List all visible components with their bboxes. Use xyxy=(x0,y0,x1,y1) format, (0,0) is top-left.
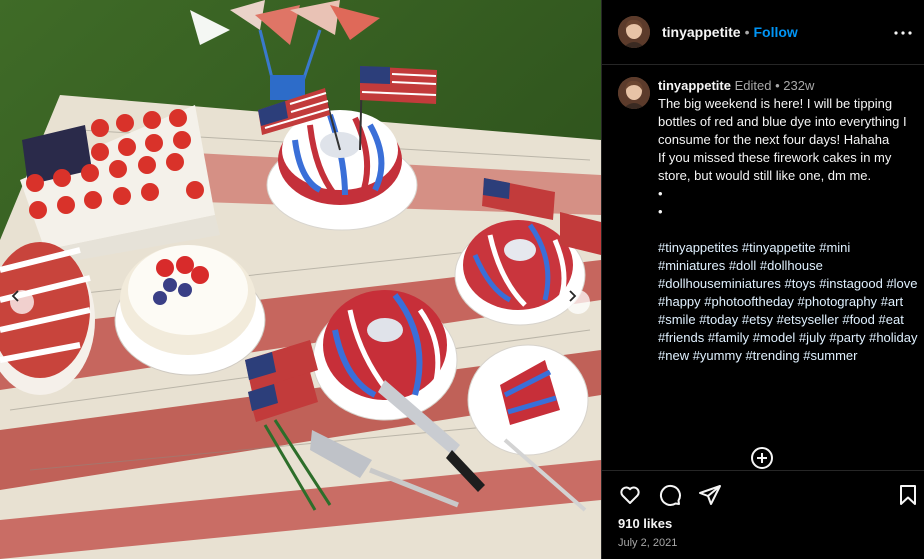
hashtag-link[interactable]: #art xyxy=(881,294,903,309)
likes-count[interactable]: 910 likes xyxy=(618,516,672,531)
caption-separator: • xyxy=(775,78,780,93)
hashtag-link[interactable]: #miniatures xyxy=(658,258,725,273)
plus-circle-icon[interactable] xyxy=(750,446,774,470)
hashtag-link[interactable]: #party xyxy=(829,330,865,345)
caption-line: If you missed these firework cakes in my… xyxy=(658,150,892,183)
hashtag-link[interactable]: #love xyxy=(886,276,917,291)
caption-bullet: • xyxy=(658,204,663,219)
hashtag-link[interactable]: #family xyxy=(708,330,749,345)
hashtag-link[interactable]: #model xyxy=(753,330,796,345)
paper-plane-icon[interactable] xyxy=(698,483,722,507)
bookmark-icon[interactable] xyxy=(896,483,920,507)
follow-button[interactable]: Follow xyxy=(753,24,797,40)
hashtag-link[interactable]: #mini xyxy=(819,240,850,255)
hashtag-link[interactable]: #yummy xyxy=(693,348,742,363)
hashtag-link[interactable]: #photooftheday xyxy=(704,294,794,309)
hashtag-link[interactable]: #tinyappetites xyxy=(658,240,738,255)
miniature-cakes-image xyxy=(0,0,601,559)
hashtag-link[interactable]: #toys xyxy=(784,276,815,291)
heart-icon[interactable] xyxy=(618,483,642,507)
hashtag-link[interactable]: #photography xyxy=(798,294,878,309)
caption-line: The big weekend is here! I will be tippi… xyxy=(658,96,907,147)
hashtag-link[interactable]: #trending xyxy=(745,348,799,363)
hashtag-link[interactable]: #etsyseller xyxy=(777,312,839,327)
action-bar: 910 likes July 2, 2021 xyxy=(602,470,924,559)
hashtag-link[interactable]: #happy xyxy=(658,294,701,309)
hashtag-link[interactable]: #food xyxy=(842,312,875,327)
post-age[interactable]: 232w xyxy=(783,78,814,93)
avatar[interactable] xyxy=(618,16,650,48)
hashtag-link[interactable]: #holiday xyxy=(869,330,917,345)
hashtag-link[interactable]: #instagood xyxy=(819,276,883,291)
hashtag-link[interactable]: #eat xyxy=(879,312,904,327)
caption-avatar[interactable] xyxy=(618,77,650,109)
chevron-right-icon xyxy=(569,290,577,302)
hashtag-link[interactable]: #dollhouseminiatures xyxy=(658,276,781,291)
post-header: tinyappetite • Follow xyxy=(602,0,924,65)
header-username[interactable]: tinyappetite xyxy=(662,24,741,40)
hashtag-list: #tinyappetites #tinyappetite #mini #mini… xyxy=(658,239,918,365)
hashtag-link[interactable]: #summer xyxy=(803,348,857,363)
hashtag-link[interactable]: #etsy xyxy=(742,312,773,327)
chevron-left-icon xyxy=(11,290,19,302)
post-sidebar: tinyappetite • Follow tinyappetite Edite… xyxy=(601,0,924,559)
hashtag-link[interactable]: #tinyappetite xyxy=(742,240,816,255)
caption-username[interactable]: tinyappetite xyxy=(658,78,731,93)
comment-bubble-icon[interactable] xyxy=(658,483,682,507)
hashtag-link[interactable]: #july xyxy=(799,330,826,345)
caption-meta: tinyappetite Edited • 232w xyxy=(658,77,918,95)
caption-bullet: • xyxy=(658,186,663,201)
edited-label: Edited xyxy=(734,78,772,93)
post-photo[interactable] xyxy=(0,0,601,559)
hashtag-link[interactable]: #friends xyxy=(658,330,704,345)
carousel-next-button[interactable] xyxy=(566,290,590,314)
post-date[interactable]: July 2, 2021 xyxy=(618,537,677,549)
hashtag-link[interactable]: #smile xyxy=(658,312,696,327)
hashtag-link[interactable]: #today xyxy=(699,312,738,327)
hashtag-link[interactable]: #new xyxy=(658,348,689,363)
hashtag-link[interactable]: #dollhouse xyxy=(760,258,823,273)
more-horizontal-icon[interactable] xyxy=(891,21,915,45)
caption: tinyappetite Edited • 232w The big weeke… xyxy=(618,77,918,365)
header-separator: • xyxy=(744,24,750,40)
hashtag-link[interactable]: #doll xyxy=(729,258,756,273)
carousel-prev-button[interactable] xyxy=(10,290,34,314)
caption-body: tinyappetite Edited • 232w The big weeke… xyxy=(658,77,918,365)
